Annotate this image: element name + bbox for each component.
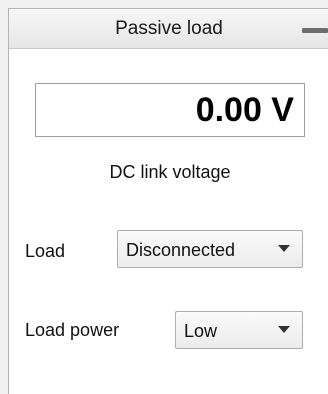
dc-link-voltage-display: 0.00 V [35, 83, 305, 137]
panel-title: Passive load [115, 18, 223, 39]
panel-titlebar: Passive load [9, 9, 328, 49]
passive-load-panel: Passive load 0.00 V DC link voltage Load… [8, 8, 328, 394]
chevron-down-icon [278, 245, 290, 252]
load-power-select-value: Low [184, 321, 218, 341]
load-select[interactable]: Disconnected [117, 230, 303, 268]
load-select-value: Disconnected [126, 240, 236, 260]
dc-link-voltage-caption: DC link voltage [109, 162, 231, 182]
chevron-down-icon [278, 326, 290, 333]
load-power-label: Load power [25, 320, 120, 340]
load-label: Load [25, 241, 66, 261]
minimize-icon[interactable] [302, 28, 328, 33]
dc-link-voltage-value: 0.00 V [195, 91, 294, 129]
load-power-select[interactable]: Low [175, 311, 303, 349]
